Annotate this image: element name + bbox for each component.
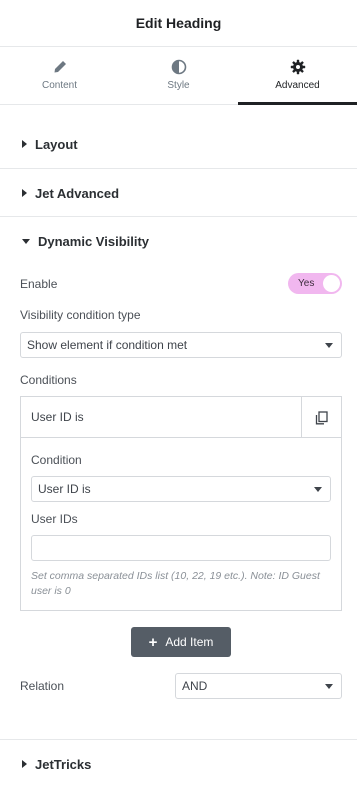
chevron-down-icon	[325, 343, 333, 348]
copy-icon	[315, 410, 328, 424]
relation-value: AND	[182, 679, 208, 693]
tab-content[interactable]: Content	[0, 47, 119, 104]
caret-right-icon	[22, 760, 27, 768]
add-item-button[interactable]: + Add Item	[131, 627, 231, 657]
section-jettricks-title: JetTricks	[35, 756, 92, 772]
section-dynamic-visibility-title: Dynamic Visibility	[38, 233, 150, 249]
divider	[0, 216, 357, 217]
user-ids-input[interactable]	[31, 535, 331, 561]
half-circle-icon	[171, 59, 186, 75]
conditions-repeater-item: User ID is Condition User ID is User IDs…	[20, 396, 342, 611]
tab-style[interactable]: Style	[119, 47, 238, 104]
divider	[0, 739, 357, 740]
relation-label: Relation	[20, 679, 65, 693]
caret-down-icon	[22, 238, 30, 244]
enable-toggle[interactable]: Yes	[288, 273, 342, 294]
user-ids-description: Set comma separated IDs list (10, 22, 19…	[31, 570, 320, 597]
section-jettricks[interactable]: JetTricks	[0, 752, 357, 776]
user-ids-label: User IDs	[31, 512, 78, 526]
panel-header: Edit Heading	[0, 0, 357, 47]
tab-advanced-label: Advanced	[275, 80, 320, 91]
section-jet-advanced[interactable]: Jet Advanced	[0, 181, 357, 205]
tab-advanced[interactable]: Advanced	[238, 47, 357, 105]
section-layout[interactable]: Layout	[0, 132, 357, 156]
repeater-item-header[interactable]: User ID is	[21, 397, 341, 438]
section-dynamic-visibility[interactable]: Dynamic Visibility	[0, 229, 357, 253]
condition-type-select[interactable]: Show element if condition met	[20, 332, 342, 358]
duplicate-button[interactable]	[301, 397, 341, 438]
condition-label: Condition	[31, 453, 82, 467]
gear-icon	[290, 59, 305, 75]
section-jet-advanced-title: Jet Advanced	[35, 185, 120, 201]
tab-bar: Content Style Advanced	[0, 47, 357, 105]
section-layout-title: Layout	[35, 136, 78, 152]
panel-title: Edit Heading	[135, 15, 222, 31]
enable-label: Enable	[20, 277, 58, 291]
condition-value: User ID is	[38, 482, 91, 496]
pencil-icon	[54, 61, 66, 73]
add-item-label: Add Item	[165, 635, 214, 649]
tab-style-label: Style	[167, 80, 190, 91]
toggle-knob	[323, 275, 340, 292]
relation-select[interactable]: AND	[175, 673, 342, 699]
repeater-item-title: User ID is	[31, 410, 84, 424]
condition-type-value: Show element if condition met	[27, 338, 188, 352]
tab-content-label: Content	[41, 80, 78, 91]
plus-icon: +	[148, 633, 158, 651]
divider	[0, 168, 357, 169]
caret-right-icon	[22, 189, 27, 197]
chevron-down-icon	[325, 684, 333, 689]
condition-type-label: Visibility condition type	[20, 308, 141, 322]
condition-select[interactable]: User ID is	[31, 476, 331, 502]
caret-right-icon	[22, 140, 27, 148]
enable-toggle-text: Yes	[298, 278, 315, 289]
chevron-down-icon	[314, 487, 322, 492]
conditions-label: Conditions	[20, 373, 77, 387]
